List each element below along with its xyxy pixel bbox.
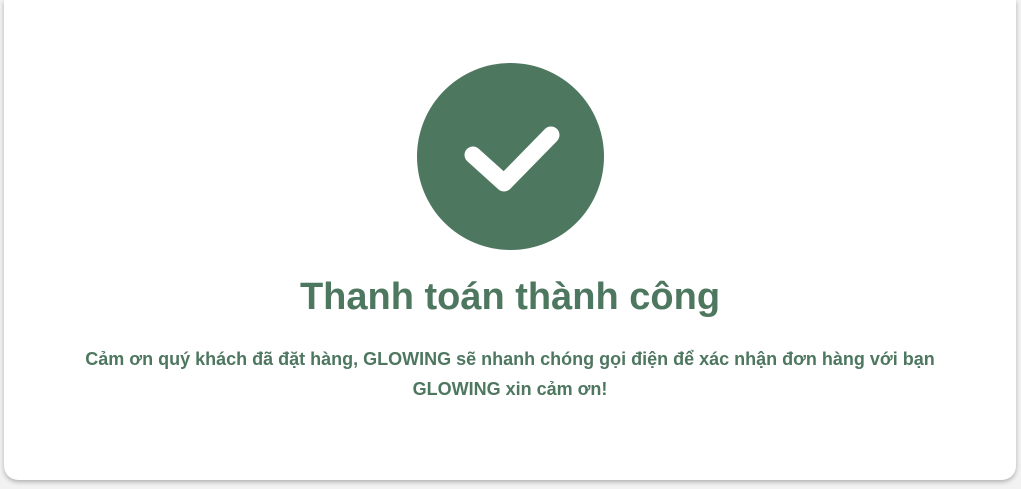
success-badge [417,63,604,250]
page-title: Thanh toán thành công [299,276,721,318]
checkmark-icon [464,126,560,192]
confirmation-message-line-1: Cảm ơn quý khách đã đặt hàng, GLOWING sẽ… [85,349,935,369]
confirmation-message-line-2: GLOWING xin cảm ơn! [412,379,608,399]
confirmation-message: Cảm ơn quý khách đã đặt hàng, GLOWING sẽ… [4,344,1016,404]
payment-success-card: Thanh toán thành công Cảm ơn quý khách đ… [4,0,1016,480]
